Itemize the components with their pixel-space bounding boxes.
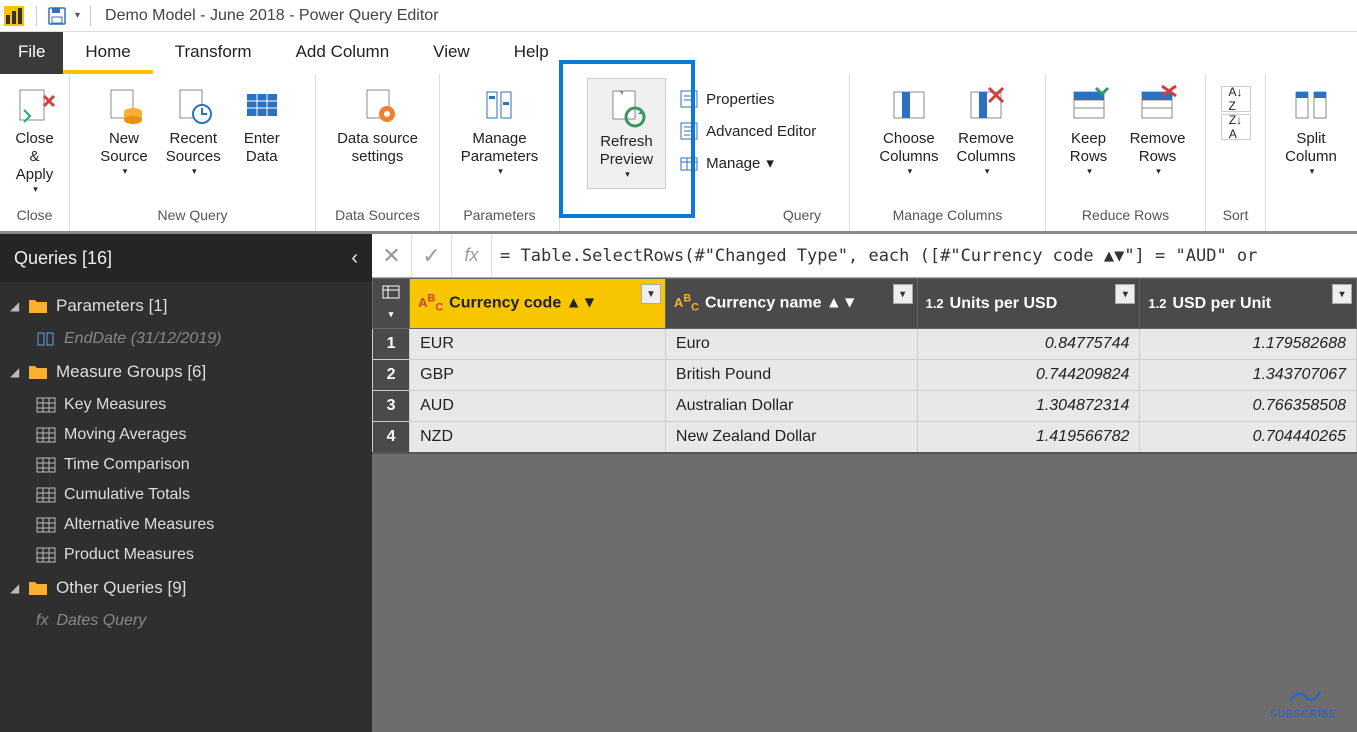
sidebar-folder[interactable]: ◢Other Queries [9] bbox=[0, 570, 372, 606]
sidebar-item[interactable]: Cumulative Totals bbox=[0, 480, 372, 510]
formula-text[interactable]: = Table.SelectRows(#"Changed Type", each… bbox=[492, 246, 1265, 266]
ribbon-tabs: File Home Transform Add Column View Help bbox=[0, 32, 1357, 74]
sidebar-item[interactable]: Moving Averages bbox=[0, 420, 372, 450]
cell[interactable]: 1.343707067 bbox=[1140, 360, 1357, 391]
formula-commit-button[interactable]: ✓ bbox=[412, 234, 452, 277]
group-parameters-label: Parameters bbox=[448, 203, 551, 229]
cell[interactable]: 0.744209824 bbox=[917, 360, 1140, 391]
remove-columns-button[interactable]: RemoveColumns▾ bbox=[951, 78, 1022, 179]
sidebar-item[interactable]: EndDate (31/12/2019) bbox=[0, 324, 372, 354]
tab-home[interactable]: Home bbox=[63, 32, 152, 74]
tab-view[interactable]: View bbox=[411, 32, 492, 74]
filter-icon[interactable]: ▼ bbox=[641, 284, 661, 304]
app-logo-icon bbox=[4, 6, 24, 26]
table-corner[interactable]: ▾ bbox=[373, 279, 410, 329]
data-source-settings-button[interactable]: Data sourcesettings bbox=[331, 78, 424, 168]
split-column-button[interactable]: SplitColumn▾ bbox=[1279, 78, 1343, 179]
sidebar-item[interactable]: Product Measures bbox=[0, 540, 372, 570]
cell[interactable]: AUD bbox=[410, 391, 666, 422]
title-bar: ▾ Demo Model - June 2018 - Power Query E… bbox=[0, 0, 1357, 32]
sidebar-item[interactable]: fxDates Query bbox=[0, 606, 372, 636]
row-number[interactable]: 2 bbox=[373, 360, 410, 391]
cell[interactable]: 1.304872314 bbox=[917, 391, 1140, 422]
filter-icon[interactable]: ▾ bbox=[1332, 284, 1352, 304]
cell[interactable]: British Pound bbox=[665, 360, 917, 391]
ribbon: Close &Apply▾ Close NewSource▾ RecentSou… bbox=[0, 74, 1357, 234]
keep-rows-button[interactable]: KeepRows▾ bbox=[1060, 78, 1118, 179]
enter-data-button[interactable]: EnterData bbox=[233, 78, 291, 168]
subscribe-watermark: SUBSCRIBE bbox=[1270, 685, 1337, 720]
table-row[interactable]: 4NZDNew Zealand Dollar1.4195667820.70444… bbox=[373, 422, 1357, 454]
cell[interactable]: 1.179582688 bbox=[1140, 329, 1357, 360]
sort-desc-button[interactable]: Z↓A bbox=[1221, 114, 1251, 140]
window-title: Demo Model - June 2018 - Power Query Edi… bbox=[105, 7, 438, 25]
column-header[interactable]: ABCCurrency name ▲▼▾ bbox=[665, 279, 917, 329]
group-close-label: Close bbox=[8, 203, 61, 229]
tab-file[interactable]: File bbox=[0, 32, 63, 74]
tab-transform[interactable]: Transform bbox=[153, 32, 274, 74]
formula-cancel-button[interactable]: ✕ bbox=[372, 234, 412, 277]
sidebar-item[interactable]: Key Measures bbox=[0, 390, 372, 420]
sidebar-folder[interactable]: ◢Measure Groups [6] bbox=[0, 354, 372, 390]
choose-columns-button[interactable]: ChooseColumns▾ bbox=[873, 78, 944, 179]
tab-help[interactable]: Help bbox=[492, 32, 571, 74]
queries-header[interactable]: Queries [16] ‹ bbox=[0, 234, 372, 282]
close-apply-button[interactable]: Close &Apply▾ bbox=[6, 78, 64, 197]
table-row[interactable]: 3AUDAustralian Dollar1.3048723140.766358… bbox=[373, 391, 1357, 422]
group-query-label: Query bbox=[568, 203, 841, 229]
cell[interactable]: 0.766358508 bbox=[1140, 391, 1357, 422]
table-row[interactable]: 2GBPBritish Pound0.7442098241.343707067 bbox=[373, 360, 1357, 391]
filter-icon[interactable]: ▾ bbox=[893, 284, 913, 304]
queries-panel: Queries [16] ‹ ◢Parameters [1]EndDate (3… bbox=[0, 234, 372, 732]
separator bbox=[90, 6, 91, 26]
main-area: Queries [16] ‹ ◢Parameters [1]EndDate (3… bbox=[0, 234, 1357, 732]
separator bbox=[36, 6, 37, 26]
group-newquery-label: New Query bbox=[78, 203, 307, 229]
cell[interactable]: NZD bbox=[410, 422, 666, 454]
sidebar-folder[interactable]: ◢Parameters [1] bbox=[0, 288, 372, 324]
cell[interactable]: New Zealand Dollar bbox=[665, 422, 917, 454]
recent-sources-button[interactable]: RecentSources▾ bbox=[160, 78, 227, 179]
group-reducerows-label: Reduce Rows bbox=[1054, 203, 1197, 229]
group-sort-label: Sort bbox=[1214, 203, 1257, 229]
cell[interactable]: 1.419566782 bbox=[917, 422, 1140, 454]
refresh-preview-button[interactable]: RefreshPreview▾ bbox=[587, 78, 666, 189]
cell[interactable]: GBP bbox=[410, 360, 666, 391]
qat-dropdown-icon[interactable]: ▾ bbox=[75, 10, 80, 21]
cell[interactable]: 0.704440265 bbox=[1140, 422, 1357, 454]
data-table: ▾ABCCurrency code ▲▼▼ABCCurrency name ▲▼… bbox=[372, 278, 1357, 454]
fx-icon[interactable]: fx bbox=[452, 234, 492, 277]
cell[interactable]: 0.84775744 bbox=[917, 329, 1140, 360]
group-split-label bbox=[1274, 203, 1348, 229]
column-header[interactable]: 1.2USD per Unit▾ bbox=[1140, 279, 1357, 329]
cell[interactable]: Australian Dollar bbox=[665, 391, 917, 422]
save-icon[interactable] bbox=[47, 6, 67, 26]
manage-query-button[interactable]: Manage ▾ bbox=[676, 148, 818, 178]
cell[interactable]: Euro bbox=[665, 329, 917, 360]
sort-asc-button[interactable]: A↓Z bbox=[1221, 86, 1251, 112]
row-number[interactable]: 4 bbox=[373, 422, 410, 454]
table-row[interactable]: 1EUREuro0.847757441.179582688 bbox=[373, 329, 1357, 360]
filter-icon[interactable]: ▾ bbox=[1115, 284, 1135, 304]
cell[interactable]: EUR bbox=[410, 329, 666, 360]
sidebar-item[interactable]: Alternative Measures bbox=[0, 510, 372, 540]
advanced-editor-button[interactable]: Advanced Editor bbox=[676, 116, 818, 146]
new-source-button[interactable]: NewSource▾ bbox=[94, 78, 154, 179]
group-managecols-label: Manage Columns bbox=[858, 203, 1037, 229]
row-number[interactable]: 3 bbox=[373, 391, 410, 422]
row-number[interactable]: 1 bbox=[373, 329, 410, 360]
manage-parameters-button[interactable]: ManageParameters▾ bbox=[455, 78, 545, 179]
column-header[interactable]: ABCCurrency code ▲▼▼ bbox=[410, 279, 666, 329]
content-area: ✕ ✓ fx = Table.SelectRows(#"Changed Type… bbox=[372, 234, 1357, 732]
column-header[interactable]: 1.2Units per USD▾ bbox=[917, 279, 1140, 329]
tab-add-column[interactable]: Add Column bbox=[274, 32, 412, 74]
formula-bar: ✕ ✓ fx = Table.SelectRows(#"Changed Type… bbox=[372, 234, 1357, 278]
sidebar-item[interactable]: Time Comparison bbox=[0, 450, 372, 480]
collapse-icon[interactable]: ‹ bbox=[351, 247, 358, 270]
remove-rows-button[interactable]: RemoveRows▾ bbox=[1124, 78, 1192, 179]
group-datasources-label: Data Sources bbox=[324, 203, 431, 229]
properties-button[interactable]: Properties bbox=[676, 84, 818, 114]
